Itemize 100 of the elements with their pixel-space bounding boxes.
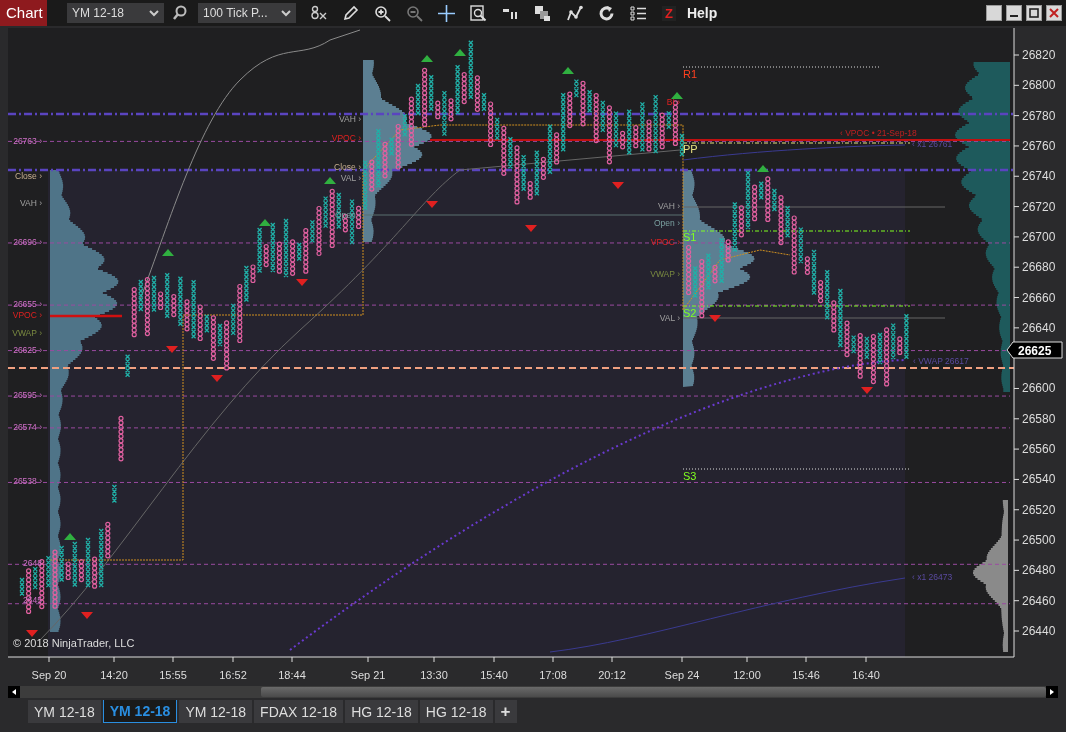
level-label: VPOC › — [650, 237, 680, 247]
time-axis-label: 15:40 — [480, 669, 508, 681]
level-label: 26595 › — [13, 390, 42, 400]
price-axis-label: 26760 — [1022, 138, 1056, 153]
level-label: 26574 › — [13, 422, 42, 432]
up-triangle-marker — [259, 219, 271, 226]
down-triangle-marker — [861, 387, 873, 394]
level-label: VWAP › — [12, 328, 42, 338]
chart-tab[interactable]: YM 12-18 — [179, 700, 253, 723]
maximize-button[interactable] — [1026, 5, 1042, 21]
time-axis-label: 16:52 — [219, 669, 247, 681]
maximize-icon — [1029, 8, 1039, 18]
up-triangle-marker — [421, 55, 433, 62]
price-axis-label: 26440 — [1022, 624, 1056, 638]
chart-tab[interactable]: YM 12-18 — [102, 700, 178, 723]
time-axis-label: 18:44 — [278, 669, 306, 681]
time-axis-label: Sep 21 — [350, 669, 386, 681]
price-axis-label: 26640 — [1022, 320, 1056, 335]
line-chart-icon[interactable] — [566, 4, 583, 22]
add-tab-button[interactable]: + — [494, 700, 517, 723]
price-axis-label: 26460 — [1022, 593, 1056, 608]
up-triangle-marker — [757, 165, 769, 172]
down-triangle-marker — [612, 182, 624, 189]
pivot-label: S3 — [683, 470, 697, 482]
time-axis-label: 13:30 — [420, 669, 448, 681]
down-triangle-marker — [211, 375, 223, 382]
time-axis-label: 14:20 — [100, 669, 128, 681]
level-label: VAL › — [340, 173, 361, 183]
price-axis-label: 26820 — [1022, 48, 1056, 62]
scrollbar-thumb[interactable] — [261, 687, 1046, 697]
zoom-in-icon[interactable] — [374, 4, 391, 22]
instrument-dropdown[interactable]: YM 12-18 — [67, 3, 164, 23]
bars-icon[interactable] — [502, 6, 519, 20]
time-axis-label: 16:40 — [852, 669, 880, 681]
level-label: Open › — [654, 218, 680, 228]
price-axis-label: 26540 — [1022, 472, 1056, 487]
pivot-label: S1 — [683, 231, 697, 243]
horizontal-scrollbar[interactable] — [8, 686, 1058, 698]
up-triangle-marker — [562, 67, 574, 74]
copyright-text: © 2018 NinjaTrader, LLC — [13, 637, 135, 649]
down-triangle-marker — [26, 630, 38, 637]
time-axis-label: Sep 20 — [31, 669, 67, 681]
price-axis-label: 26500 — [1022, 533, 1056, 548]
level-label: 26625 › — [13, 345, 42, 355]
down-triangle-marker — [426, 201, 438, 208]
price-axis-label: 26520 — [1022, 502, 1056, 517]
pivot-label: PP — [683, 143, 698, 155]
chart-tab[interactable]: YM 12-18 — [28, 700, 101, 723]
crosshair-icon[interactable] — [438, 4, 455, 22]
level-label: BI › — [666, 97, 680, 107]
level-label: VAH › — [19, 198, 42, 208]
help-button[interactable]: Help — [686, 5, 718, 21]
time-axis-label: 15:46 — [792, 669, 820, 681]
level-label: Close › — [15, 171, 42, 181]
price-axis-label: 26560 — [1022, 442, 1056, 457]
pencil-icon[interactable] — [343, 5, 359, 21]
up-triangle-marker — [671, 92, 683, 99]
scale-icon[interactable] — [310, 5, 328, 21]
price-axis-label: 26800 — [1022, 78, 1056, 93]
time-axis-label: 15:55 — [159, 669, 187, 681]
price-axis-label: 26720 — [1022, 199, 1056, 214]
zoom-out-icon[interactable] — [406, 4, 423, 22]
search-icon[interactable] — [172, 5, 188, 21]
list-icon[interactable] — [630, 4, 647, 22]
up-triangle-marker — [454, 49, 466, 56]
annotation-label: ‹ x1 26473 — [912, 572, 953, 582]
close-button[interactable] — [1046, 5, 1062, 21]
time-axis-label: Sep 24 — [664, 669, 700, 681]
annotation-label: ‹ x1 26761 — [912, 139, 953, 149]
price-axis-label: 26480 — [1022, 563, 1056, 578]
down-triangle-marker — [709, 315, 721, 322]
down-triangle-marker — [296, 279, 308, 286]
level-label: VAL › — [659, 313, 680, 323]
bar-type-dropdown[interactable]: 100 Tick P... — [198, 3, 296, 23]
chart-tab[interactable]: FDAX 12-18 — [254, 700, 344, 723]
close-icon — [1049, 8, 1059, 18]
minimize-icon — [1009, 15, 1019, 17]
level-line — [50, 314, 122, 318]
refresh-icon[interactable] — [598, 4, 615, 22]
level-label: 26763 › — [13, 136, 42, 146]
chart-tab[interactable]: HG 12-18 — [419, 700, 493, 723]
minimize-button[interactable] — [1006, 5, 1022, 21]
annotation-label: ‹ VWAP 26617 — [913, 356, 969, 366]
up-triangle-marker — [64, 533, 76, 540]
level-label: VAH › — [338, 114, 361, 124]
price-axis-label: 26740 — [1022, 169, 1056, 184]
level-label: 26538 › — [13, 476, 42, 486]
layers-icon[interactable] — [534, 4, 551, 22]
time-axis-label: 20:12 — [598, 669, 626, 681]
level-label: VPOC › — [12, 310, 42, 320]
properties-icon[interactable] — [470, 4, 487, 22]
price-axis-label: 26580 — [1022, 411, 1056, 426]
up-triangle-marker — [324, 177, 336, 184]
price-axis-label: 26600 — [1022, 381, 1056, 396]
level-label: 26696 › — [13, 237, 42, 247]
chart-tab[interactable]: HG 12-18 — [345, 700, 418, 723]
price-axis-label: 26780 — [1022, 108, 1056, 123]
caret-icon — [149, 9, 159, 17]
level-label: VWAP › — [650, 269, 680, 279]
down-triangle-marker — [81, 612, 93, 619]
